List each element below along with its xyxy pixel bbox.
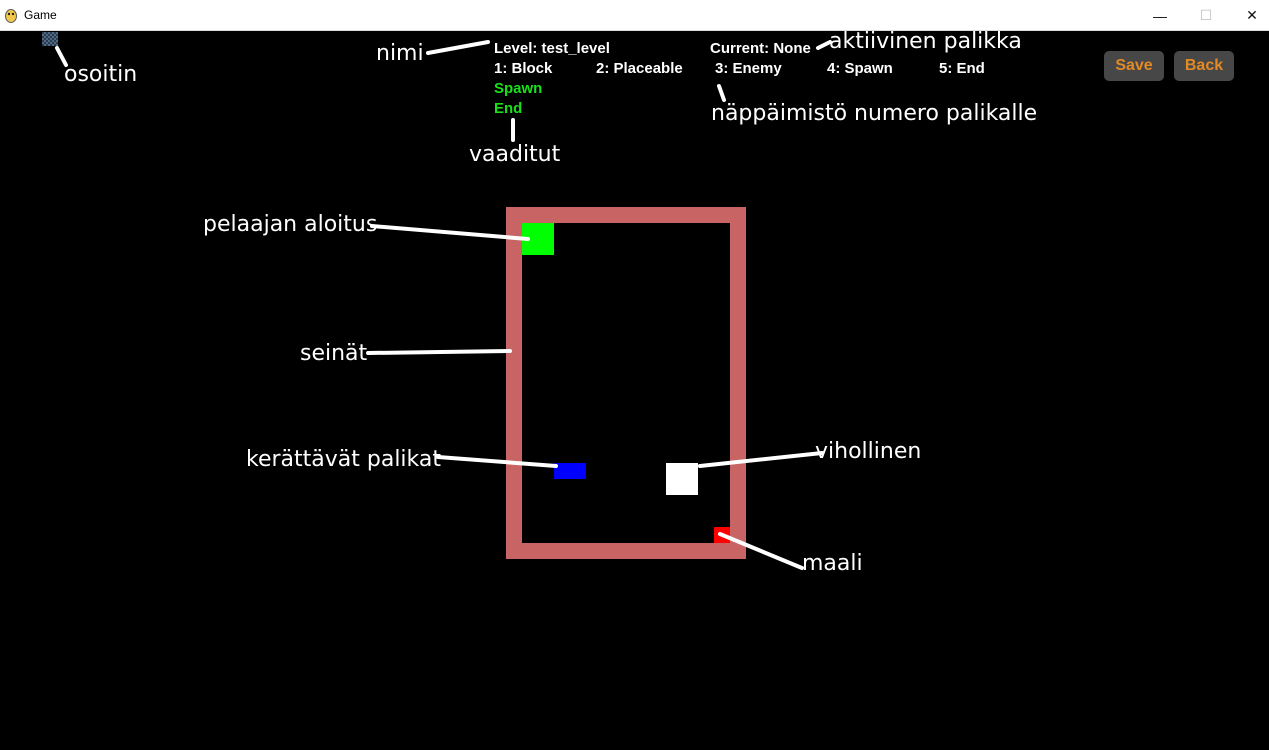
game-canvas[interactable] (0, 31, 1269, 750)
annotation-collectibles: kerättävät palikat (246, 447, 442, 472)
annotation-name: nimi (376, 41, 424, 66)
required-end: End (494, 100, 523, 117)
current-block-label: Current: None (710, 40, 811, 57)
annotation-active-block: aktiivinen palikka (829, 29, 1022, 54)
enemy-tile (666, 463, 698, 495)
pygame-snake-icon (5, 9, 17, 23)
wall-bottom (506, 543, 746, 559)
window-title-bar: Game — ☐ ✕ (0, 0, 1269, 31)
end-tile (714, 527, 730, 543)
annotation-cursor: osoitin (64, 62, 138, 87)
wall-top (506, 207, 746, 223)
annotation-keyboard-numbers: näppäimistö numero palikalle (711, 101, 1038, 126)
minimize-button[interactable]: — (1137, 0, 1183, 31)
annotation-enemy: vihollinen (815, 439, 922, 464)
placeable-tile (554, 463, 586, 479)
editor-cursor (42, 32, 58, 46)
window-title: Game (24, 8, 57, 22)
save-button[interactable]: Save (1104, 51, 1164, 81)
annotation-walls: seinät (300, 341, 368, 366)
close-button[interactable]: ✕ (1229, 0, 1269, 31)
palette-item-block: 1: Block (494, 60, 553, 77)
wall-left (506, 207, 522, 559)
wall-right (730, 207, 746, 559)
palette-item-end: 5: End (939, 60, 985, 77)
maximize-button[interactable]: ☐ (1183, 0, 1229, 31)
spawn-tile (522, 223, 554, 255)
palette-item-enemy: 3: Enemy (715, 60, 782, 77)
annotation-player-start: pelaajan aloitus (203, 212, 378, 237)
annotation-required: vaaditut (469, 142, 561, 167)
annotation-goal: maali (802, 551, 863, 576)
required-spawn: Spawn (494, 80, 543, 97)
palette-item-spawn: 4: Spawn (827, 60, 893, 77)
level-name-label: Level: test_level (494, 40, 610, 57)
back-button[interactable]: Back (1174, 51, 1234, 81)
palette-item-placeable: 2: Placeable (596, 60, 683, 77)
